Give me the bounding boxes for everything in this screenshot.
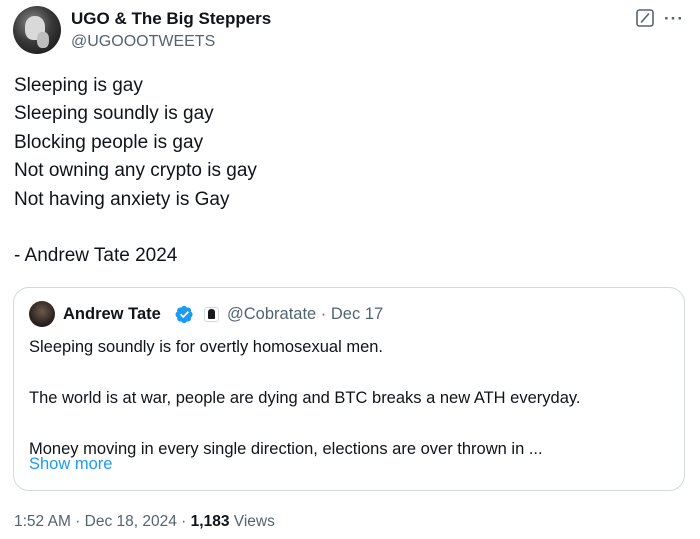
tweet-line bbox=[14, 214, 674, 242]
affiliate-badge-icon bbox=[204, 307, 219, 322]
quote-line bbox=[29, 361, 669, 387]
tweet-line: Blocking people is gay bbox=[14, 131, 204, 153]
quote-author-handle[interactable]: @Cobratate bbox=[227, 305, 316, 323]
tweet-line: Sleeping is gay bbox=[14, 75, 143, 96]
quote-text: Sleeping soundly is for overtly homosexu… bbox=[29, 335, 669, 463]
quote-author-name[interactable]: Andrew Tate bbox=[63, 305, 161, 324]
views-label: Views bbox=[229, 513, 275, 530]
verified-badge-icon bbox=[175, 305, 193, 324]
author-handle[interactable]: @UGOOOTWEETS bbox=[71, 33, 215, 51]
quote-line: Sleeping soundly is for overtly homosexu… bbox=[29, 338, 384, 356]
tweet-metadata: 1:52 AM · Dec 18, 2024 · 1,183 Views bbox=[14, 513, 275, 531]
author-name[interactable]: UGO & The Big Steppers bbox=[71, 9, 271, 29]
show-more-link[interactable]: Show more bbox=[29, 455, 112, 474]
quote-line bbox=[29, 412, 669, 438]
grok-icon[interactable] bbox=[636, 9, 654, 27]
avatar-hand bbox=[37, 32, 49, 48]
quote-line: The world is at war, people are dying an… bbox=[29, 389, 581, 407]
tweet-text: Sleeping is gay Sleeping soundly is gay … bbox=[14, 72, 674, 271]
quote-date[interactable]: Dec 17 bbox=[331, 305, 383, 323]
more-icon[interactable]: ··· bbox=[664, 9, 684, 29]
quote-line: Money moving in every single direction, … bbox=[29, 440, 543, 458]
quoted-tweet[interactable]: Andrew Tate @Cobratate · Dec 17 Sleeping… bbox=[13, 287, 685, 491]
author-avatar[interactable] bbox=[13, 6, 61, 54]
tweet-line: Not having anxiety is Gay bbox=[14, 188, 230, 210]
tweet-time[interactable]: 1:52 AM bbox=[14, 513, 71, 530]
views-count: 1,183 bbox=[190, 513, 230, 530]
meta-separator: · bbox=[70, 513, 85, 530]
meta-separator: · bbox=[176, 513, 191, 530]
quote-author-avatar[interactable] bbox=[29, 301, 55, 327]
tweet-date[interactable]: Dec 18, 2024 bbox=[85, 513, 177, 530]
tweet-line: Not owning any crypto is gay bbox=[14, 160, 257, 182]
tweet-line: Sleeping soundly is gay bbox=[14, 103, 214, 125]
quote-handle-date[interactable]: @Cobratate · Dec 17 bbox=[227, 305, 383, 324]
tweet-line: - Andrew Tate 2024 bbox=[14, 245, 178, 267]
quote-separator: · bbox=[316, 305, 331, 323]
